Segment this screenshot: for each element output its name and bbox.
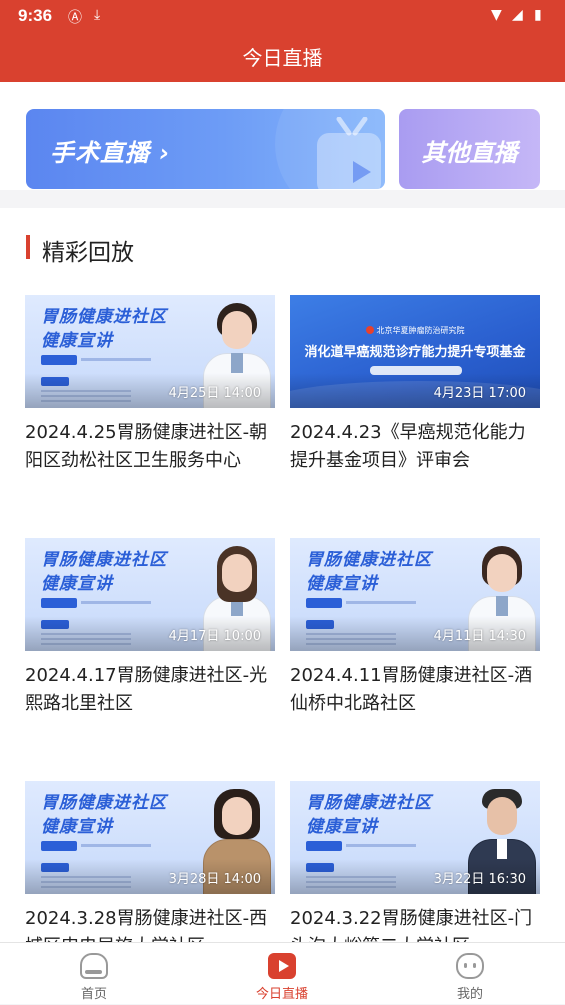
play-icon bbox=[353, 161, 371, 183]
doctor-shirt bbox=[231, 353, 243, 373]
thumbnail-tag bbox=[41, 598, 77, 608]
video-time: 4月23日 17:00 bbox=[433, 386, 526, 401]
thumbnail-headline: 消化道早癌规范诊疗能力提升专项基金 bbox=[304, 345, 526, 360]
tv-icon bbox=[317, 133, 381, 189]
replay-section: 精彩回放 胃肠健康进社区 健康宣讲 4月25日 14:00 2024.4.25胃… bbox=[0, 208, 565, 942]
thumbnail-tag bbox=[41, 841, 77, 851]
profile-icon bbox=[456, 953, 484, 979]
video-thumbnail[interactable]: 胃肠健康进社区 健康宣讲 3月22日 16:30 bbox=[290, 781, 540, 894]
surgery-live-banner[interactable]: 手术直播 › bbox=[26, 109, 385, 189]
thumbnail-headline: 胃肠健康进社区 bbox=[41, 307, 167, 327]
other-live-banner[interactable]: 其他直播 bbox=[399, 109, 540, 189]
tab-live-label: 今日直播 bbox=[255, 987, 308, 1002]
accessibility-icon: Ⓐ bbox=[68, 10, 82, 26]
doctor-face bbox=[222, 554, 252, 592]
thumbnail-subheadline: 健康宣讲 bbox=[41, 574, 113, 594]
other-live-label: 其他直播 bbox=[421, 139, 518, 167]
card-title: 2024.4.17胃肠健康进社区-光熙路北里社区 bbox=[25, 665, 268, 714]
video-time: 4月17日 10:00 bbox=[168, 629, 261, 644]
bottom-tab-bar: 首页 今日直播 我的 bbox=[0, 942, 565, 1004]
video-thumbnail[interactable]: 北京华夏肿瘤防治研究院 消化道早癌规范诊疗能力提升专项基金 4月23日 17:0… bbox=[290, 295, 540, 408]
tab-live[interactable]: 今日直播 bbox=[222, 943, 342, 1005]
page-title: 今日直播 bbox=[242, 46, 323, 70]
thumbnail-headline: 胃肠健康进社区 bbox=[41, 550, 167, 570]
thumbnail-tag bbox=[306, 841, 342, 851]
video-thumbnail[interactable]: 胃肠健康进社区 健康宣讲 4月11日 14:30 bbox=[290, 538, 540, 651]
tv-antenna-icon bbox=[336, 117, 368, 136]
thumbnail-line bbox=[346, 844, 416, 847]
card-title: 2024.4.11胃肠健康进社区-酒仙桥中北路社区 bbox=[290, 665, 533, 714]
org-logo-icon bbox=[365, 326, 374, 334]
surgery-live-label: 手术直播 › bbox=[50, 139, 171, 167]
signal-icon: ◢ bbox=[512, 7, 523, 23]
thumbnail-tag bbox=[306, 598, 342, 608]
tab-home-label: 首页 bbox=[80, 987, 107, 1002]
thumbnail-headline: 胃肠健康进社区 bbox=[306, 793, 432, 813]
thumbnail-subheadline: 健康宣讲 bbox=[41, 817, 113, 837]
tab-me[interactable]: 我的 bbox=[410, 943, 530, 1005]
video-time: 3月22日 16:30 bbox=[433, 872, 526, 887]
video-time: 4月11日 14:30 bbox=[433, 629, 526, 644]
doctor-face bbox=[487, 554, 517, 592]
video-thumbnail[interactable]: 胃肠健康进社区 健康宣讲 3月28日 14:00 bbox=[25, 781, 275, 894]
doctor-face bbox=[222, 311, 252, 349]
thumbnail-headline: 胃肠健康进社区 bbox=[306, 550, 432, 570]
card-title: 2024.4.25胃肠健康进社区-朝阳区劲松社区卫生服务中心 bbox=[25, 422, 268, 471]
live-play-icon bbox=[268, 953, 296, 979]
section-accent-bar bbox=[26, 235, 30, 259]
thumbnail-subheadline: 健康宣讲 bbox=[306, 817, 378, 837]
card-title: 2024.3.28胃肠健康进社区-西城区申电局旅大学社区 bbox=[25, 908, 268, 942]
download-icon: ⤓ bbox=[94, 7, 101, 23]
thumbnail-line bbox=[81, 358, 151, 361]
doctor-shirt bbox=[496, 596, 508, 616]
battery-icon: ▮ bbox=[534, 7, 542, 23]
app-header: 9:36 Ⓐ ⤓ ▼ ◢ ▮ 今日直播 bbox=[0, 0, 565, 82]
thumbnail-headline: 胃肠健康进社区 bbox=[41, 793, 167, 813]
doctor-face bbox=[487, 797, 517, 835]
status-time: 9:36 bbox=[18, 6, 53, 25]
video-thumbnail[interactable]: 胃肠健康进社区 健康宣讲 4月25日 14:00 bbox=[25, 295, 275, 408]
doctor-shirt bbox=[497, 839, 507, 859]
tab-home[interactable]: 首页 bbox=[34, 943, 154, 1005]
wifi-icon: ▼ bbox=[491, 7, 502, 23]
thumbnail-line bbox=[346, 601, 416, 604]
card-title: 2024.4.23《早癌规范化能力提升基金项目》评审会 bbox=[290, 422, 526, 471]
thumbnail-line bbox=[81, 844, 151, 847]
thumbnail-tag bbox=[41, 355, 77, 365]
video-thumbnail[interactable]: 胃肠健康进社区 健康宣讲 4月17日 10:00 bbox=[25, 538, 275, 651]
live-category-banners: 手术直播 › 其他直播 bbox=[0, 82, 565, 190]
thumbnail-line bbox=[81, 601, 151, 604]
video-time: 3月28日 14:00 bbox=[168, 872, 261, 887]
section-title: 精彩回放 bbox=[42, 240, 134, 266]
thumbnail-org: 北京华夏肿瘤防治研究院 bbox=[290, 325, 540, 336]
thumbnail-subheadline: 健康宣讲 bbox=[41, 331, 113, 351]
thumbnail-subheadline: 健康宣讲 bbox=[306, 574, 378, 594]
doctor-face bbox=[222, 797, 252, 835]
tab-me-label: 我的 bbox=[456, 987, 483, 1002]
home-icon bbox=[80, 953, 108, 979]
card-title: 2024.3.22胃肠健康进社区-门头沟大峪第二大学社区 bbox=[290, 908, 533, 942]
status-bar: 9:36 Ⓐ ⤓ ▼ ◢ ▮ bbox=[0, 0, 565, 32]
video-time: 4月25日 14:00 bbox=[168, 386, 261, 401]
